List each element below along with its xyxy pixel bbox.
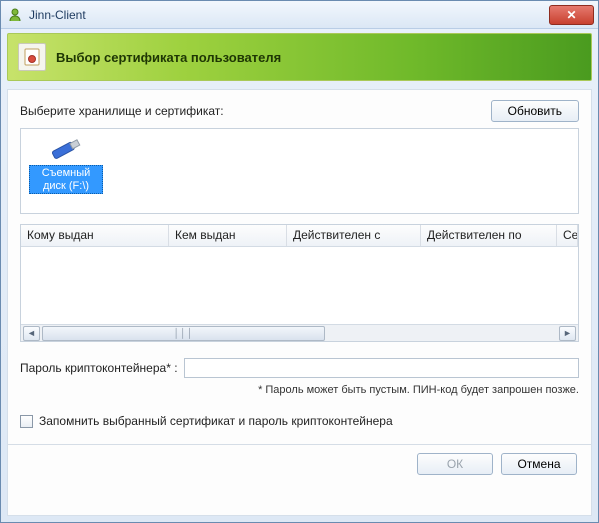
window-frame: Jinn-Client ✕ Выбор сертификата пользова… [0,0,599,523]
column-valid-from[interactable]: Действителен с [287,225,421,246]
instruction-label: Выберите хранилище и сертификат: [20,104,224,118]
remember-checkbox[interactable] [20,415,33,428]
dialog-header: Выбор сертификата пользователя [7,33,592,81]
ok-button-label: ОК [447,457,463,471]
column-issued-to[interactable]: Кому выдан [21,225,169,246]
password-hint: * Пароль может быть пустым. ПИН-код буде… [20,384,579,396]
instruction-row: Выберите хранилище и сертификат: Обновит… [20,100,579,122]
cancel-button[interactable]: Отмена [501,453,577,475]
usb-drive-icon [29,135,103,163]
app-icon [7,7,23,23]
scroll-left-button[interactable]: ◄ [23,326,40,341]
ok-button[interactable]: ОК [417,453,493,475]
certificate-icon [18,43,46,71]
remember-row: Запомнить выбранный сертификат и пароль … [20,414,579,428]
refresh-button-label: Обновить [508,104,562,118]
titlebar: Jinn-Client ✕ [1,1,598,29]
scroll-thumb[interactable]: │││ [42,326,325,341]
column-issued-by[interactable]: Кем выдан [169,225,287,246]
dialog-footer: ОК Отмена [20,445,579,477]
column-serial-truncated[interactable]: Се [557,225,578,246]
column-valid-to[interactable]: Действителен по [421,225,557,246]
refresh-button[interactable]: Обновить [491,100,579,122]
remember-label: Запомнить выбранный сертификат и пароль … [39,414,393,428]
storage-item-label: Съемный диск (F:\) [29,165,103,194]
cancel-button-label: Отмена [517,457,560,471]
certificate-table[interactable]: Кому выдан Кем выдан Действителен с Дейс… [20,224,579,342]
dialog-body: Выберите хранилище и сертификат: Обновит… [7,89,592,516]
certificate-table-body[interactable] [21,247,578,324]
certificate-table-header: Кому выдан Кем выдан Действителен с Дейс… [21,225,578,247]
storage-list[interactable]: Съемный диск (F:\) [20,128,579,214]
password-label: Пароль криптоконтейнера* : [20,361,178,375]
scroll-track[interactable]: │││ [42,326,557,341]
scroll-right-button[interactable]: ► [559,326,576,341]
dialog-title: Выбор сертификата пользователя [56,50,281,65]
close-button[interactable]: ✕ [549,5,594,25]
password-row: Пароль криптоконтейнера* : [20,358,579,378]
storage-item-removable-disk[interactable]: Съемный диск (F:\) [29,135,103,194]
close-icon: ✕ [566,8,576,22]
window-title: Jinn-Client [29,8,549,22]
password-input[interactable] [184,358,579,378]
horizontal-scrollbar[interactable]: ◄ │││ ► [21,324,578,341]
